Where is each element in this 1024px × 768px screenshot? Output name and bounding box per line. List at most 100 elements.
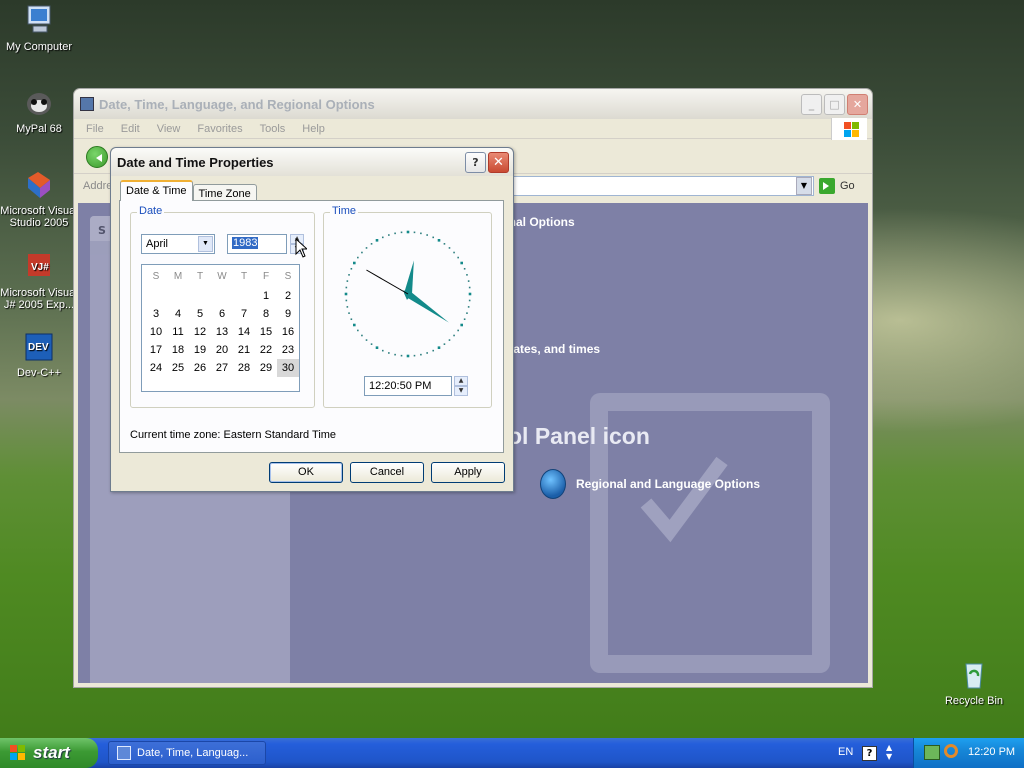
desktop-icon-visual-studio[interactable]: Microsoft Visual Studio 2005 <box>0 168 79 229</box>
calendar-day[interactable]: 25 <box>167 359 189 377</box>
dialog-close-button[interactable]: ✕ <box>488 152 509 173</box>
calendar-day[interactable]: 19 <box>189 341 211 359</box>
clock-tick <box>413 354 416 357</box>
calendar-day[interactable]: 5 <box>189 305 211 323</box>
apply-button[interactable]: Apply <box>431 462 505 483</box>
network-icon[interactable] <box>924 745 940 760</box>
regional-options-link[interactable]: Regional and Language Options <box>540 469 760 499</box>
tab-time-zone[interactable]: Time Zone <box>192 184 257 201</box>
calendar-day[interactable]: 28 <box>233 359 255 377</box>
menu-favorites[interactable]: Favorites <box>197 123 242 135</box>
dialog-titlebar[interactable]: Date and Time Properties ? ✕ <box>111 148 513 176</box>
desktop-icon-label: Dev-C++ <box>16 367 62 379</box>
month-calendar[interactable]: SMTWTFS 1 2 3 4 5 6 7 8 9 10 11 12 13 14 15 16 17 18 19 20 2… <box>141 264 300 392</box>
language-options-icon[interactable]: ▲ ▼ <box>886 743 892 761</box>
language-indicator[interactable]: EN <box>838 746 853 758</box>
recycle-bin-icon <box>957 658 991 692</box>
desktop-icon-my-computer[interactable]: My Computer <box>0 4 79 53</box>
clock-tick <box>381 349 384 352</box>
desktop-icon-label: Microsoft Visual J# 2005 Exp... <box>0 287 78 311</box>
help-button[interactable]: ? <box>465 152 486 173</box>
menu-bar: File Edit View Favorites Tools Help <box>74 119 872 139</box>
calendar-day[interactable]: 13 <box>211 323 233 341</box>
windows-flag-icon <box>10 745 28 761</box>
calendar-day[interactable]: 29 <box>255 359 277 377</box>
menu-file[interactable]: File <box>86 123 104 135</box>
calendar-day[interactable]: 1 <box>255 287 277 305</box>
language-help-icon[interactable]: ? <box>862 746 877 761</box>
menu-tools[interactable]: Tools <box>260 123 286 135</box>
clock-tick <box>468 286 471 289</box>
dialog-title: Date and Time Properties <box>117 155 274 170</box>
search-icon[interactable] <box>944 744 958 758</box>
calendar-day[interactable]: 9 <box>277 305 299 323</box>
clock-tick <box>388 352 390 354</box>
clock-tick <box>350 318 353 321</box>
calendar-day[interactable]: 2 <box>277 287 299 305</box>
calendar-day[interactable]: 23 <box>277 341 299 359</box>
calendar-day[interactable]: 3 <box>145 305 167 323</box>
task-link[interactable]: lates, and times <box>510 342 600 356</box>
calendar-day[interactable]: 27 <box>211 359 233 377</box>
calendar-day[interactable]: 6 <box>211 305 233 323</box>
clock-tick <box>375 346 379 349</box>
calendar-day[interactable]: 30 <box>277 359 299 377</box>
clock-tick <box>406 354 410 358</box>
calendar-day[interactable]: 20 <box>211 341 233 359</box>
cancel-button[interactable]: Cancel <box>350 462 424 483</box>
calendar-day[interactable]: 4 <box>167 305 189 323</box>
weekday-header: S <box>284 270 292 282</box>
menu-view[interactable]: View <box>157 123 181 135</box>
go-button[interactable]: Go <box>819 178 855 194</box>
maximize-button[interactable]: □ <box>824 94 845 115</box>
time-spinner[interactable]: ▲ ▼ <box>454 376 468 396</box>
back-arrow-icon[interactable] <box>86 146 108 168</box>
chevron-down-icon[interactable]: ▼ <box>198 236 213 252</box>
menu-edit[interactable]: Edit <box>121 123 140 135</box>
calendar-day[interactable]: 10 <box>145 323 167 341</box>
calendar-day[interactable]: 26 <box>189 359 211 377</box>
month-value: April <box>146 238 169 250</box>
analog-clock <box>344 230 472 358</box>
calendar-day[interactable]: 11 <box>167 323 189 341</box>
desktop-icon-devcpp[interactable]: DEV Dev-C++ <box>0 330 79 379</box>
calendar-day[interactable]: 16 <box>277 323 299 341</box>
taskbar-clock[interactable]: 12:20 PM <box>968 746 1015 758</box>
clock-tick <box>361 334 363 337</box>
calendar-day[interactable]: 17 <box>145 341 167 359</box>
window-titlebar[interactable]: Date, Time, Language, and Regional Optio… <box>74 89 872 119</box>
calendar-day[interactable]: 7 <box>233 305 255 323</box>
calendar-day[interactable]: 24 <box>145 359 167 377</box>
month-dropdown[interactable]: April ▼ <box>141 234 215 254</box>
clock-tick <box>432 236 435 239</box>
close-button[interactable]: ✕ <box>847 94 868 115</box>
date-time-dialog[interactable]: Date and Time Properties ? ✕ Date & Time… <box>110 147 514 492</box>
desktop-icon-recycle-bin[interactable]: Recycle Bin <box>934 658 1014 707</box>
tab-date-time[interactable]: Date & Time <box>120 180 193 201</box>
spin-up-icon[interactable]: ▲ <box>454 376 468 386</box>
calendar-day[interactable]: 8 <box>255 305 277 323</box>
calendar-day[interactable]: 22 <box>255 341 277 359</box>
chevron-down-icon[interactable]: ▼ <box>796 177 812 195</box>
calendar-day[interactable]: 21 <box>233 341 255 359</box>
calendar-day[interactable]: 18 <box>167 341 189 359</box>
time-input[interactable]: 12:20:50 PM <box>364 376 452 396</box>
minimize-button[interactable]: _ <box>801 94 822 115</box>
spin-down-icon[interactable]: ▼ <box>454 386 468 396</box>
clock-tick <box>350 267 353 270</box>
clock-tick <box>460 323 463 327</box>
menu-help[interactable]: Help <box>302 123 325 135</box>
calendar-day[interactable]: 12 <box>189 323 211 341</box>
calendar-empty-cell <box>189 287 211 305</box>
date-group: Date April ▼ 1983 ▲ ▼ SMTWTFS 1234567891… <box>130 205 315 408</box>
desktop-icon-mypal[interactable]: MyPal 68 <box>0 86 79 135</box>
taskbar-item-control-panel[interactable]: Date, Time, Languag... <box>108 741 266 765</box>
calendar-day[interactable]: 15 <box>255 323 277 341</box>
clock-tick <box>345 299 348 302</box>
clock-tick <box>432 349 435 352</box>
ok-button[interactable]: OK <box>269 462 343 483</box>
calendar-day[interactable]: 14 <box>233 323 255 341</box>
year-input[interactable]: 1983 <box>227 234 287 254</box>
start-button[interactable]: start <box>0 738 98 768</box>
desktop-icon-vjsharp[interactable]: VJ# Microsoft Visual J# 2005 Exp... <box>0 250 79 311</box>
